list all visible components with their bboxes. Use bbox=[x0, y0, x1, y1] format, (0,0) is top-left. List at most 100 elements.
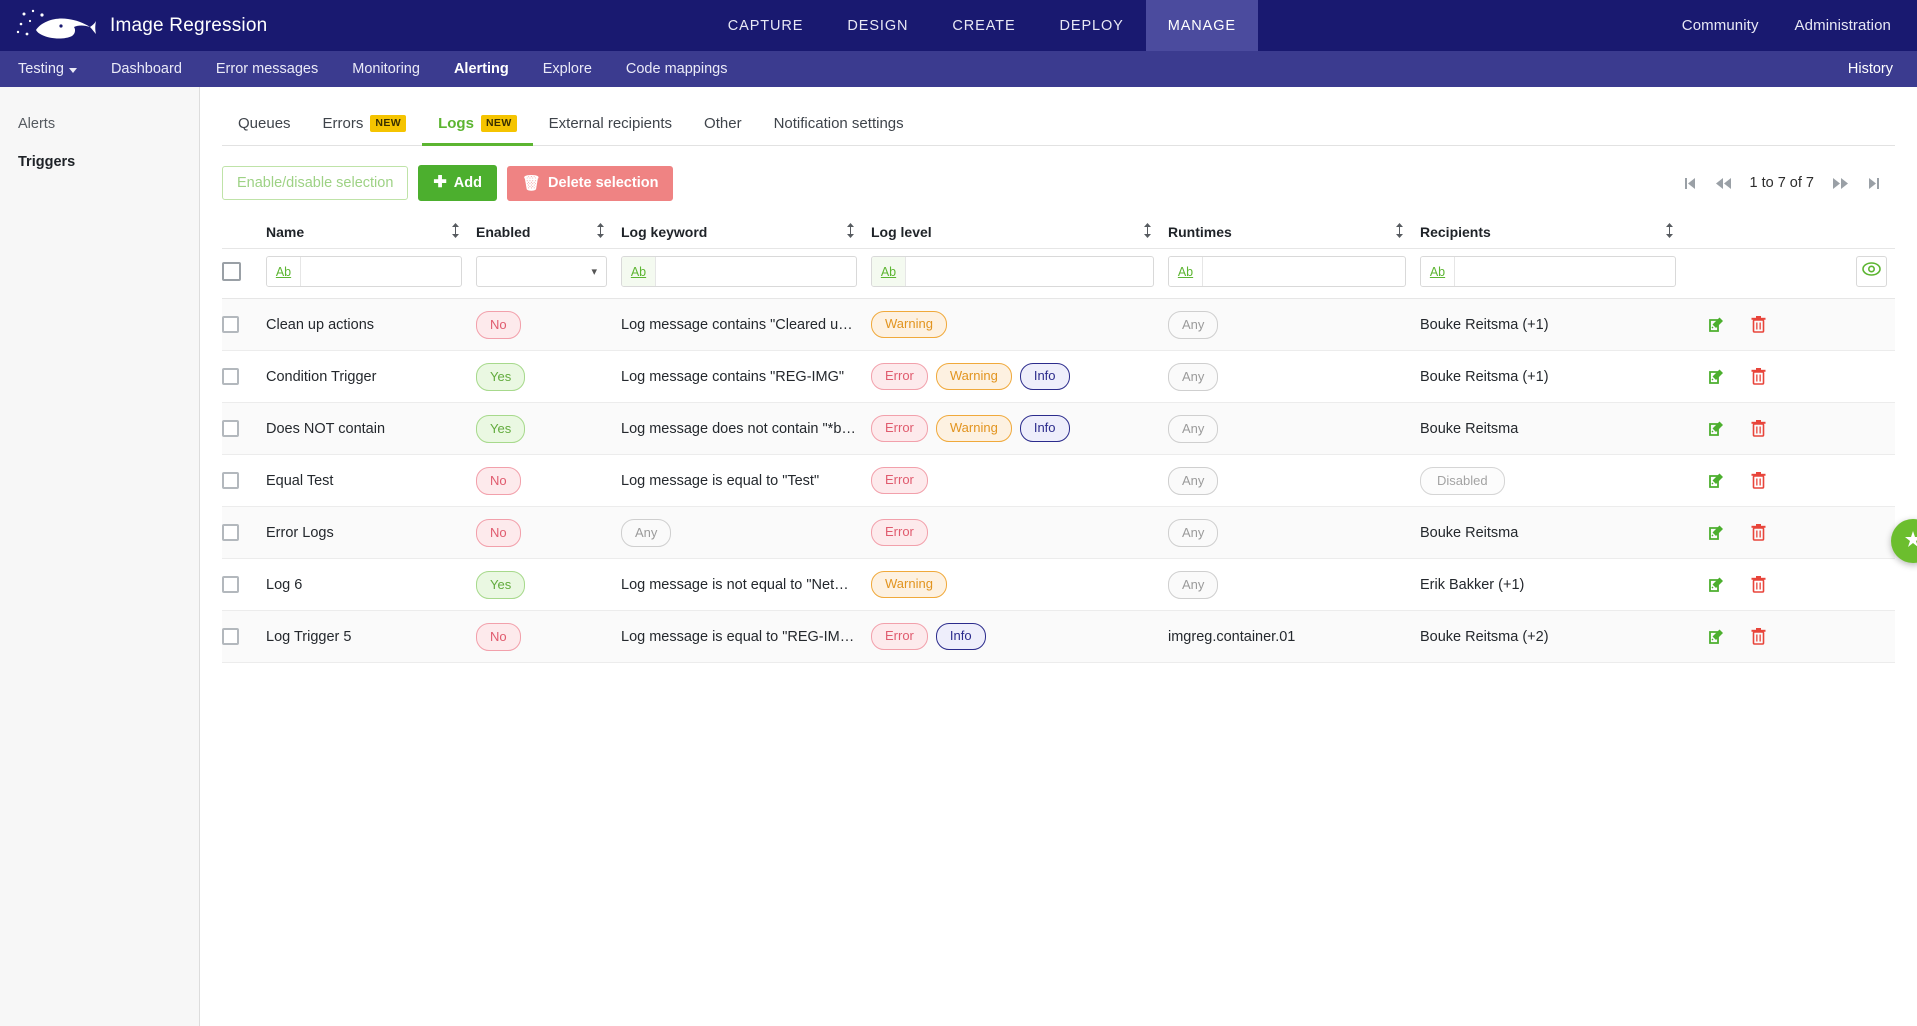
log-level-badge[interactable]: Info bbox=[936, 623, 986, 651]
filter-keyword-input[interactable] bbox=[656, 257, 856, 286]
select-all-checkbox[interactable] bbox=[222, 262, 241, 281]
top-nav-community[interactable]: Community bbox=[1664, 17, 1777, 34]
brand[interactable]: Image Regression bbox=[0, 0, 300, 51]
filter-mode-button[interactable]: Ab bbox=[1421, 257, 1455, 286]
tab-other[interactable]: Other bbox=[688, 107, 758, 146]
table-row[interactable]: Does NOT containYesLog message does not … bbox=[222, 403, 1895, 455]
tab-external-recipients[interactable]: External recipients bbox=[533, 107, 688, 146]
recipients-disabled-badge[interactable]: Disabled bbox=[1420, 467, 1505, 495]
trash-icon[interactable] bbox=[1751, 420, 1766, 437]
enabled-badge[interactable]: Yes bbox=[476, 363, 525, 391]
runtimes-any-badge[interactable]: Any bbox=[1168, 311, 1218, 339]
top-nav-deploy[interactable]: DEPLOY bbox=[1038, 0, 1146, 51]
log-level-badge[interactable]: Error bbox=[871, 467, 928, 495]
edit-pencil-icon[interactable] bbox=[1708, 524, 1725, 541]
row-checkbox[interactable] bbox=[222, 524, 239, 541]
subnav-item-error-messages[interactable]: Error messages bbox=[199, 61, 335, 77]
tab-queues[interactable]: Queues bbox=[222, 107, 307, 146]
trash-icon[interactable] bbox=[1751, 368, 1766, 385]
sort-updown-icon[interactable] bbox=[846, 223, 871, 241]
filter-mode-button[interactable]: Ab bbox=[267, 257, 301, 286]
edit-pencil-icon[interactable] bbox=[1708, 420, 1725, 437]
edit-pencil-icon[interactable] bbox=[1708, 576, 1725, 593]
filter-mode-button[interactable]: Ab bbox=[872, 257, 906, 286]
edit-pencil-icon[interactable] bbox=[1708, 368, 1725, 385]
filter-runtimes-input[interactable] bbox=[1203, 257, 1405, 286]
row-checkbox[interactable] bbox=[222, 628, 239, 645]
enable-disable-selection-button[interactable]: Enable/disable selection bbox=[222, 166, 408, 201]
edit-pencil-icon[interactable] bbox=[1708, 316, 1725, 333]
column-header-log-keyword[interactable]: Log keyword bbox=[621, 223, 871, 248]
runtimes-any-badge[interactable]: Any bbox=[1168, 415, 1218, 443]
table-row[interactable]: Log Trigger 5NoLog message is equal to "… bbox=[222, 611, 1895, 663]
edit-pencil-icon[interactable] bbox=[1708, 472, 1725, 489]
subnav-item-explore[interactable]: Explore bbox=[526, 61, 609, 77]
enabled-badge[interactable]: No bbox=[476, 623, 521, 651]
tab-notification-settings[interactable]: Notification settings bbox=[758, 107, 920, 146]
sort-updown-icon[interactable] bbox=[596, 223, 621, 241]
table-row[interactable]: Equal TestNoLog message is equal to "Tes… bbox=[222, 455, 1895, 507]
subnav-item-testing[interactable]: Testing bbox=[14, 61, 94, 77]
trash-icon[interactable] bbox=[1751, 576, 1766, 593]
column-header-recipients[interactable]: Recipients bbox=[1420, 223, 1690, 248]
subnav-item-alerting[interactable]: Alerting bbox=[437, 61, 526, 77]
row-checkbox[interactable] bbox=[222, 420, 239, 437]
column-header-runtimes[interactable]: Runtimes bbox=[1168, 223, 1420, 248]
subnav-item-code-mappings[interactable]: Code mappings bbox=[609, 61, 745, 77]
log-keyword-any-badge[interactable]: Any bbox=[621, 519, 671, 547]
log-level-badge[interactable]: Error bbox=[871, 363, 928, 391]
filter-mode-button[interactable]: Ab bbox=[1169, 257, 1203, 286]
enabled-badge[interactable]: No bbox=[476, 519, 521, 547]
log-level-badge[interactable]: Warning bbox=[871, 311, 947, 339]
log-level-badge[interactable]: Warning bbox=[936, 415, 1012, 443]
subnav-item-dashboard[interactable]: Dashboard bbox=[94, 61, 199, 77]
enabled-badge[interactable]: Yes bbox=[476, 571, 525, 599]
edit-pencil-icon[interactable] bbox=[1708, 628, 1725, 645]
enabled-badge[interactable]: Yes bbox=[476, 415, 525, 443]
tab-errors[interactable]: Errors NEW bbox=[307, 107, 423, 146]
runtimes-any-badge[interactable]: Any bbox=[1168, 519, 1218, 547]
top-nav-design[interactable]: DESIGN bbox=[825, 0, 930, 51]
table-row[interactable]: Condition TriggerYesLog message contains… bbox=[222, 351, 1895, 403]
runtimes-any-badge[interactable]: Any bbox=[1168, 571, 1218, 599]
runtimes-any-badge[interactable]: Any bbox=[1168, 467, 1218, 495]
sidebar-item-alerts[interactable]: Alerts bbox=[0, 105, 199, 143]
filter-mode-button[interactable]: Ab bbox=[622, 257, 656, 286]
toggle-columns-button[interactable] bbox=[1856, 256, 1887, 287]
column-header-name[interactable]: Name bbox=[266, 223, 476, 248]
filter-level-input[interactable] bbox=[906, 257, 1153, 286]
row-checkbox[interactable] bbox=[222, 368, 239, 385]
subnav-item-history[interactable]: History bbox=[1848, 61, 1903, 77]
log-level-badge[interactable]: Error bbox=[871, 519, 928, 547]
sort-updown-icon[interactable] bbox=[1665, 223, 1690, 241]
sidebar-item-triggers[interactable]: Triggers bbox=[0, 143, 199, 181]
next-page-icon[interactable] bbox=[1823, 169, 1857, 197]
trash-icon[interactable] bbox=[1751, 628, 1766, 645]
log-level-badge[interactable]: Warning bbox=[871, 571, 947, 599]
log-level-badge[interactable]: Error bbox=[871, 415, 928, 443]
runtimes-any-badge[interactable]: Any bbox=[1168, 363, 1218, 391]
trash-icon[interactable] bbox=[1751, 316, 1766, 333]
filter-name-input[interactable] bbox=[301, 257, 461, 286]
delete-selection-button[interactable]: 🗑 Delete selection bbox=[507, 166, 673, 201]
column-header-enabled[interactable]: Enabled bbox=[476, 223, 621, 248]
log-level-badge[interactable]: Error bbox=[871, 623, 928, 651]
trash-icon[interactable] bbox=[1751, 472, 1766, 489]
add-button[interactable]: ✚ Add bbox=[418, 165, 497, 201]
tab-logs[interactable]: Logs NEW bbox=[422, 107, 533, 146]
subnav-item-monitoring[interactable]: Monitoring bbox=[335, 61, 437, 77]
table-row[interactable]: Error LogsNoAnyErrorAnyBouke Reitsma bbox=[222, 507, 1895, 559]
top-nav-create[interactable]: CREATE bbox=[930, 0, 1037, 51]
previous-page-icon[interactable] bbox=[1707, 169, 1741, 197]
log-level-badge[interactable]: Info bbox=[1020, 415, 1070, 443]
top-nav-capture[interactable]: CAPTURE bbox=[706, 0, 826, 51]
sort-updown-icon[interactable] bbox=[1143, 223, 1168, 241]
filter-recipients-input[interactable] bbox=[1455, 257, 1675, 286]
row-checkbox[interactable] bbox=[222, 472, 239, 489]
log-level-badge[interactable]: Info bbox=[1020, 363, 1070, 391]
row-checkbox[interactable] bbox=[222, 316, 239, 333]
sort-updown-icon[interactable] bbox=[1395, 223, 1420, 241]
last-page-icon[interactable] bbox=[1857, 169, 1891, 197]
table-row[interactable]: Clean up actionsNoLog message contains "… bbox=[222, 299, 1895, 351]
filter-enabled-select[interactable]: ▾ bbox=[476, 256, 607, 287]
